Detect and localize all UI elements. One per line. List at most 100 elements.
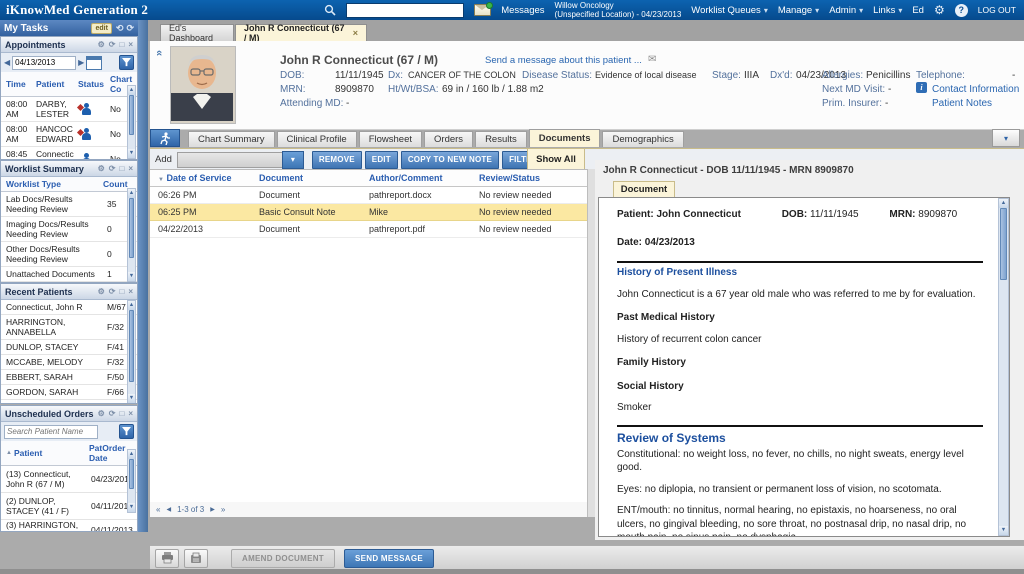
scroll-up-icon[interactable]: ▲ [128,301,135,310]
refresh-icon[interactable]: ⟳ [109,164,116,174]
next-page-icon[interactable]: ▶ [210,506,215,513]
prev-day-button[interactable]: ◀ [4,58,10,67]
scroll-up-icon[interactable]: ▲ [999,199,1008,208]
send-message-link[interactable]: Send a message about this patient ... [485,55,642,66]
panel-settings-icon[interactable]: ⚙ [98,409,105,419]
prev-page-icon[interactable]: ◀ [166,506,171,513]
appointment-row[interactable]: 08:00 AM DARBY, LESTER No [1,97,137,122]
recent-patient-row[interactable]: HARRINGTON, ANNABELLA F/32 [1,315,137,340]
tab-quick-actions[interactable] [150,129,180,147]
fax-button[interactable] [184,549,208,568]
recent-patient-row[interactable]: EBBERT, SARAH F/50 [1,370,137,385]
appointment-row[interactable]: 08:45 AM Connectic John No [1,147,137,160]
tab-patient-chart[interactable]: John R Connecticut (67 / M) × [235,24,367,41]
filter-icon[interactable] [119,424,134,439]
filter-icon[interactable] [119,55,134,70]
recent-patients-panel-header[interactable]: Recent Patients ⚙ ⟳ □ × [1,284,137,300]
worklist-row[interactable]: Other Docs/Results Needing Review 0 [1,242,137,267]
menu-links[interactable]: Links ▾ [873,5,902,16]
maximize-icon[interactable]: □ [119,164,124,174]
contact-information-link[interactable]: Contact Information [932,84,1019,95]
scroll-up-icon[interactable]: ▲ [128,189,135,198]
close-icon[interactable]: × [353,28,358,38]
settings-gear-icon[interactable]: ⚙ [934,4,945,16]
first-page-icon[interactable]: « [156,505,160,514]
appointment-date-input[interactable] [12,56,76,70]
tab-flowsheet[interactable]: Flowsheet [359,131,422,147]
copy-to-new-note-button[interactable]: COPY TO NEW NOTE [401,151,499,169]
menu-manage[interactable]: Manage ▾ [778,5,819,16]
edit-badge[interactable]: edit [91,23,111,34]
tab-results[interactable]: Results [475,131,527,147]
calendar-icon[interactable] [86,56,102,70]
edit-button[interactable]: EDIT [365,151,398,169]
panel-settings-icon[interactable]: ⚙ [98,40,105,50]
sort-desc-icon[interactable]: ▼ [158,177,164,183]
current-user[interactable]: Ed [912,5,924,16]
messages-link[interactable]: Messages [501,5,544,16]
tab-orders[interactable]: Orders [424,131,473,147]
add-document-select[interactable] [177,152,282,168]
recent-patient-row[interactable]: Connecticut, John R M/67 [1,300,137,315]
appointment-row[interactable]: 08:00 AM HANCOC EDWARD No [1,122,137,147]
worklist-row[interactable]: Lab Docs/Results Needing Review 35 [1,192,137,217]
sort-asc-icon[interactable]: ▲ [6,450,12,456]
send-message-button[interactable]: SEND MESSAGE [344,549,434,568]
sidebar-splitter[interactable] [138,20,148,532]
scroll-down-icon[interactable]: ▼ [128,272,135,281]
envelope-icon[interactable]: ✉ [648,54,656,65]
worklist-panel-header[interactable]: Worklist Summary ⚙ ⟳ □ × [1,161,137,177]
unscheduled-orders-panel-header[interactable]: Unscheduled Orders ⚙ ⟳ □ × [1,406,137,422]
unscheduled-order-row[interactable]: (13) Connecticut, John R (67 / M) 04/23/… [1,466,137,493]
viewer-scrollbar[interactable]: ▲ ▼ [998,198,1009,536]
next-day-button[interactable]: ▶ [78,58,84,67]
scroll-up-icon[interactable]: ▲ [128,86,135,95]
maximize-icon[interactable]: □ [119,287,124,297]
amend-document-button[interactable]: AMEND DOCUMENT [231,549,335,568]
worklist-row[interactable]: Unattached Documents 1 [1,267,137,282]
appointments-scrollbar[interactable]: ▲ ▼ [127,85,136,159]
info-icon[interactable]: i [916,82,927,93]
document-row-selected[interactable]: 06:25 PM Basic Consult Note Mike No revi… [150,204,587,221]
recent-patient-row[interactable]: GORDON, SARAH F/66 [1,385,137,400]
tab-clinical-profile[interactable]: Clinical Profile [277,131,357,147]
recent-patients-scrollbar[interactable]: ▲ ▼ [127,300,136,404]
tab-chart-summary[interactable]: Chart Summary [188,131,275,147]
panel-settings-icon[interactable]: ⚙ [98,287,105,297]
tab-demographics[interactable]: Demographics [602,131,683,147]
recent-patient-row[interactable]: MCCABE, MELODY F/32 [1,355,137,370]
scroll-down-icon[interactable]: ▼ [128,503,135,512]
unscheduled-scrollbar[interactable]: ▲ ▼ [127,449,136,513]
tab-overflow-button[interactable]: ▾ [992,129,1020,147]
tab-document[interactable]: Document [613,181,675,197]
global-search-input[interactable] [346,3,464,18]
recent-patient-row[interactable]: zzPatient, Test F/48 [1,400,137,404]
appointments-panel-header[interactable]: Appointments ⚙ ⟳ □ × [1,37,137,53]
worklist-row[interactable]: Imaging Docs/Results Needing Review 0 [1,217,137,242]
help-icon[interactable]: ? [955,4,968,17]
tab-show-all[interactable]: Show All [527,148,585,169]
document-row[interactable]: 06:26 PM Document pathreport.docx No rev… [150,187,587,204]
scroll-down-icon[interactable]: ▼ [128,149,135,158]
practice-location[interactable]: Willow Oncology (Unspecified Location) -… [555,1,682,19]
refresh-icon[interactable]: ⟳ [109,287,116,297]
worklist-scrollbar[interactable]: ▲ ▼ [127,188,136,282]
print-button[interactable] [155,549,179,568]
tab-dashboard[interactable]: Ed's Dashboard [160,24,234,41]
scroll-up-icon[interactable]: ▲ [128,450,135,459]
maximize-icon[interactable]: □ [119,40,124,50]
close-icon[interactable]: × [128,164,133,174]
my-tasks-header[interactable]: My Tasks edit ⟲ ⟳ [0,20,138,36]
collapse-banner-icon[interactable]: « [153,50,165,56]
close-icon[interactable]: × [128,287,133,297]
patient-search-input[interactable] [4,425,98,439]
logout-button[interactable]: LOG OUT [978,5,1016,15]
messages-icon[interactable] [474,4,491,16]
unscheduled-order-row[interactable]: (2) DUNLOP, STACEY (41 / F) 04/11/2013 [1,493,137,520]
panel-settings-icon[interactable]: ⚙ [98,164,105,174]
recent-patient-row[interactable]: DUNLOP, STACEY F/41 [1,340,137,355]
document-row[interactable]: 04/22/2013 Document pathreport.pdf No re… [150,221,587,238]
close-icon[interactable]: × [128,409,133,419]
patient-notes-link[interactable]: Patient Notes [932,98,992,109]
maximize-icon[interactable]: □ [119,409,124,419]
